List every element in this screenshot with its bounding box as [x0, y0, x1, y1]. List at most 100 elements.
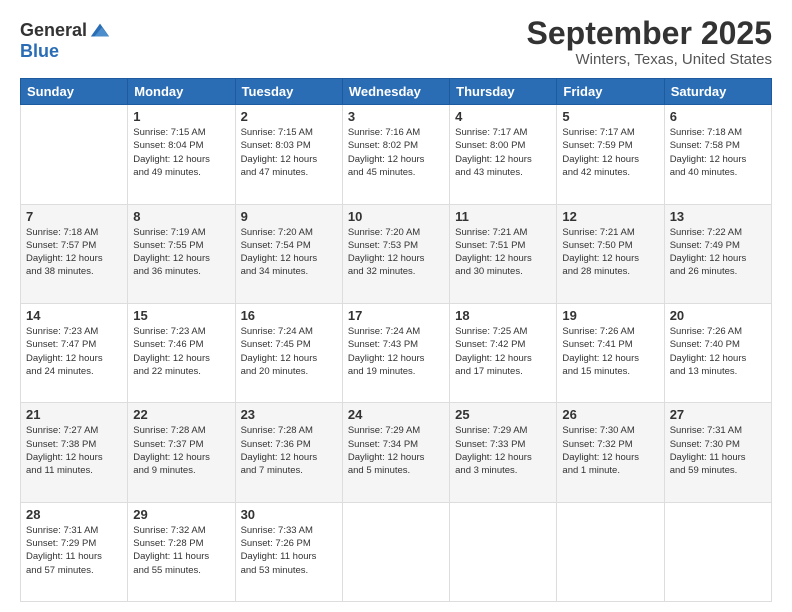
day-number: 4	[455, 109, 551, 124]
table-cell	[557, 502, 664, 601]
table-cell: 28 Sunrise: 7:31 AMSunset: 7:29 PMDayligh…	[21, 502, 128, 601]
day-number: 15	[133, 308, 229, 323]
table-cell: 10 Sunrise: 7:20 AMSunset: 7:53 PMDayligh…	[342, 204, 449, 303]
table-cell: 30Sunrise: 7:33 AMSunset: 7:26 PMDayligh…	[235, 502, 342, 601]
day-info: Sunrise: 7:19 AMSunset: 7:55 PMDaylight:…	[133, 226, 229, 279]
day-number: 5	[562, 109, 658, 124]
table-cell: 29Sunrise: 7:32 AMSunset: 7:28 PMDayligh…	[128, 502, 235, 601]
day-info: Sunrise: 7:27 AMSunset: 7:38 PMDaylight:…	[26, 424, 122, 477]
col-header-monday: Monday	[128, 79, 235, 105]
day-info: Sunrise: 7:26 AMSunset: 7:41 PMDaylight:…	[562, 325, 658, 378]
col-header-wednesday: Wednesday	[342, 79, 449, 105]
calendar-week-2: 7 Sunrise: 7:18 AMSunset: 7:57 PMDaylight…	[21, 204, 772, 303]
day-info: Sunrise: 7:16 AMSunset: 8:02 PMDaylight:…	[348, 126, 444, 179]
day-number: 25	[455, 407, 551, 422]
table-cell: 14 Sunrise: 7:23 AMSunset: 7:47 PMDayligh…	[21, 303, 128, 402]
table-cell: 8 Sunrise: 7:19 AMSunset: 7:55 PMDaylight…	[128, 204, 235, 303]
table-cell: 2Sunrise: 7:15 AMSunset: 8:03 PMDaylight…	[235, 105, 342, 204]
col-header-thursday: Thursday	[450, 79, 557, 105]
day-info: Sunrise: 7:15 AMSunset: 8:04 PMDaylight:…	[133, 126, 229, 179]
col-header-friday: Friday	[557, 79, 664, 105]
day-number: 24	[348, 407, 444, 422]
table-cell	[664, 502, 771, 601]
table-cell	[450, 502, 557, 601]
day-number: 29	[133, 507, 229, 522]
day-number: 3	[348, 109, 444, 124]
day-number: 14	[26, 308, 122, 323]
calendar-week-5: 28 Sunrise: 7:31 AMSunset: 7:29 PMDayligh…	[21, 502, 772, 601]
col-header-sunday: Sunday	[21, 79, 128, 105]
day-info: Sunrise: 7:29 AMSunset: 7:34 PMDaylight:…	[348, 424, 444, 477]
table-cell	[342, 502, 449, 601]
day-info: Sunrise: 7:31 AMSunset: 7:29 PMDaylight:…	[26, 524, 122, 577]
day-info: Sunrise: 7:22 AMSunset: 7:49 PMDaylight:…	[670, 226, 766, 279]
day-info: Sunrise: 7:28 AMSunset: 7:36 PMDaylight:…	[241, 424, 337, 477]
day-number: 28	[26, 507, 122, 522]
day-number: 23	[241, 407, 337, 422]
day-info: Sunrise: 7:23 AMSunset: 7:47 PMDaylight:…	[26, 325, 122, 378]
day-number: 1	[133, 109, 229, 124]
table-cell: 26 Sunrise: 7:30 AMSunset: 7:32 PMDayligh…	[557, 403, 664, 502]
col-header-saturday: Saturday	[664, 79, 771, 105]
table-cell: 16Sunrise: 7:24 AMSunset: 7:45 PMDayligh…	[235, 303, 342, 402]
calendar-header-row: Sunday Monday Tuesday Wednesday Thursday…	[21, 79, 772, 105]
table-cell: 18Sunrise: 7:25 AMSunset: 7:42 PMDayligh…	[450, 303, 557, 402]
logo-icon	[89, 20, 111, 42]
table-cell: 27 Sunrise: 7:31 AMSunset: 7:30 PMDayligh…	[664, 403, 771, 502]
day-number: 2	[241, 109, 337, 124]
calendar-week-3: 14 Sunrise: 7:23 AMSunset: 7:47 PMDayligh…	[21, 303, 772, 402]
table-cell: 1 Sunrise: 7:15 AMSunset: 8:04 PMDaylight…	[128, 105, 235, 204]
day-info: Sunrise: 7:25 AMSunset: 7:42 PMDaylight:…	[455, 325, 551, 378]
day-number: 27	[670, 407, 766, 422]
day-info: Sunrise: 7:20 AMSunset: 7:54 PMDaylight:…	[241, 226, 337, 279]
table-cell: 25 Sunrise: 7:29 AMSunset: 7:33 PMDayligh…	[450, 403, 557, 502]
table-cell: 12Sunrise: 7:21 AMSunset: 7:50 PMDayligh…	[557, 204, 664, 303]
day-info: Sunrise: 7:29 AMSunset: 7:33 PMDaylight:…	[455, 424, 551, 477]
day-info: Sunrise: 7:23 AMSunset: 7:46 PMDaylight:…	[133, 325, 229, 378]
table-cell: 4 Sunrise: 7:17 AMSunset: 8:00 PMDaylight…	[450, 105, 557, 204]
day-info: Sunrise: 7:31 AMSunset: 7:30 PMDaylight:…	[670, 424, 766, 477]
day-info: Sunrise: 7:21 AMSunset: 7:51 PMDaylight:…	[455, 226, 551, 279]
day-number: 10	[348, 209, 444, 224]
table-cell: 6 Sunrise: 7:18 AMSunset: 7:58 PMDaylight…	[664, 105, 771, 204]
table-cell: 13 Sunrise: 7:22 AMSunset: 7:49 PMDayligh…	[664, 204, 771, 303]
day-number: 21	[26, 407, 122, 422]
table-cell: 20Sunrise: 7:26 AMSunset: 7:40 PMDayligh…	[664, 303, 771, 402]
table-cell: 22 Sunrise: 7:28 AMSunset: 7:37 PMDayligh…	[128, 403, 235, 502]
title-block: September 2025 Winters, Texas, United St…	[527, 16, 772, 68]
day-number: 22	[133, 407, 229, 422]
day-info: Sunrise: 7:18 AMSunset: 7:58 PMDaylight:…	[670, 126, 766, 179]
day-number: 8	[133, 209, 229, 224]
day-info: Sunrise: 7:17 AMSunset: 7:59 PMDaylight:…	[562, 126, 658, 179]
day-number: 6	[670, 109, 766, 124]
day-info: Sunrise: 7:24 AMSunset: 7:45 PMDaylight:…	[241, 325, 337, 378]
day-number: 9	[241, 209, 337, 224]
day-number: 26	[562, 407, 658, 422]
calendar-table: Sunday Monday Tuesday Wednesday Thursday…	[20, 78, 772, 602]
table-cell: 24 Sunrise: 7:29 AMSunset: 7:34 PMDayligh…	[342, 403, 449, 502]
table-cell: 19Sunrise: 7:26 AMSunset: 7:41 PMDayligh…	[557, 303, 664, 402]
day-number: 11	[455, 209, 551, 224]
logo: General Blue	[20, 20, 111, 62]
day-number: 30	[241, 507, 337, 522]
day-info: Sunrise: 7:21 AMSunset: 7:50 PMDaylight:…	[562, 226, 658, 279]
logo-general-text: General	[20, 21, 87, 41]
table-cell: 11 Sunrise: 7:21 AMSunset: 7:51 PMDayligh…	[450, 204, 557, 303]
table-cell: 3 Sunrise: 7:16 AMSunset: 8:02 PMDaylight…	[342, 105, 449, 204]
day-info: Sunrise: 7:20 AMSunset: 7:53 PMDaylight:…	[348, 226, 444, 279]
day-number: 17	[348, 308, 444, 323]
day-info: Sunrise: 7:17 AMSunset: 8:00 PMDaylight:…	[455, 126, 551, 179]
page-title: September 2025	[527, 16, 772, 51]
day-number: 13	[670, 209, 766, 224]
calendar-week-1: 1 Sunrise: 7:15 AMSunset: 8:04 PMDaylight…	[21, 105, 772, 204]
day-info: Sunrise: 7:30 AMSunset: 7:32 PMDaylight:…	[562, 424, 658, 477]
day-info: Sunrise: 7:18 AMSunset: 7:57 PMDaylight:…	[26, 226, 122, 279]
day-number: 20	[670, 308, 766, 323]
day-info: Sunrise: 7:28 AMSunset: 7:37 PMDaylight:…	[133, 424, 229, 477]
page-subtitle: Winters, Texas, United States	[527, 51, 772, 68]
calendar-week-4: 21 Sunrise: 7:27 AMSunset: 7:38 PMDayligh…	[21, 403, 772, 502]
col-header-tuesday: Tuesday	[235, 79, 342, 105]
day-number: 7	[26, 209, 122, 224]
logo-blue-text: Blue	[20, 41, 59, 61]
table-cell: 21 Sunrise: 7:27 AMSunset: 7:38 PMDayligh…	[21, 403, 128, 502]
